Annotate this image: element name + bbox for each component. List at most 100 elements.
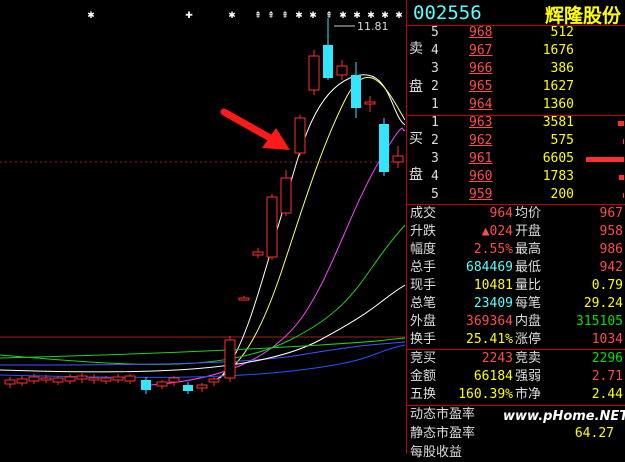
candle[interactable] (266, 194, 278, 260)
stat-label: 市净 (515, 387, 542, 402)
event-marker-icon[interactable]: ✚ (185, 11, 193, 21)
candle[interactable] (156, 380, 168, 389)
stat-value: 958 (599, 224, 623, 239)
ask-row-1[interactable]: 1 964 1360 (425, 97, 625, 115)
price[interactable]: 964 (469, 97, 492, 112)
candle-body (196, 384, 208, 389)
level: 3 (431, 61, 439, 76)
stat-label: 均价 (515, 206, 542, 221)
candle[interactable] (336, 60, 348, 80)
volume: 512 (550, 25, 574, 40)
stat-value: 2296 (591, 351, 623, 366)
price[interactable]: 968 (469, 25, 492, 40)
high-price-label: 11.81 (357, 20, 389, 33)
candle[interactable] (294, 115, 306, 156)
valuation-row: 静态市盈率 64.27 (407, 425, 625, 443)
ask-row-2[interactable]: 2 965 1627 (425, 79, 625, 97)
event-marker-icon[interactable]: ✱ (87, 11, 95, 21)
candle[interactable] (224, 336, 236, 382)
event-marker-icon[interactable]: ✱ (339, 11, 347, 21)
price[interactable]: 962 (469, 133, 492, 148)
stat-label: 开盘 (515, 224, 542, 239)
candle[interactable] (308, 50, 320, 95)
ask-row-5[interactable]: 5 968 512 (425, 25, 625, 43)
candle[interactable] (252, 248, 264, 258)
event-marker-icon[interactable]: ⇞ (325, 11, 333, 21)
ask-row-4[interactable]: 4 967 1676 (425, 43, 625, 61)
event-marker-icon[interactable]: ✱ (309, 11, 317, 21)
level: 4 (431, 43, 439, 58)
candle[interactable] (112, 374, 124, 383)
event-marker-icon[interactable]: ⇞ (254, 11, 262, 21)
stat-label: 五换 (410, 387, 437, 402)
stat-row: 升跌 ▲024 开盘 958 (407, 223, 625, 241)
stat-label: 总手 (410, 260, 437, 275)
candle-body (183, 385, 193, 391)
stat-label: 强弱 (515, 369, 542, 384)
candle[interactable] (196, 383, 208, 392)
candle[interactable] (4, 377, 16, 388)
stock-code: 002556 (413, 2, 482, 24)
price[interactable]: 960 (469, 169, 492, 184)
candle[interactable] (238, 296, 250, 301)
bid-row-5[interactable]: 5 959 200 (425, 187, 625, 205)
candle[interactable] (16, 376, 28, 386)
event-marker-icon[interactable]: ⇞ (267, 11, 275, 21)
candle-body (4, 379, 16, 385)
candle-body (364, 101, 376, 105)
bid-row-2[interactable]: 2 962 575 (425, 133, 625, 151)
price[interactable]: 966 (469, 61, 492, 76)
candle[interactable] (323, 18, 333, 80)
candle-body (16, 378, 28, 384)
event-marker-icon[interactable]: ✱ (395, 11, 403, 21)
stat-value: 160.39% (458, 387, 513, 402)
candle[interactable] (364, 96, 376, 112)
event-marker-icon[interactable]: ✱ (295, 11, 303, 21)
stat-row: 外盘 369364 内盘 315105 (407, 313, 625, 331)
price[interactable]: 965 (469, 79, 492, 94)
candle[interactable] (88, 374, 100, 384)
candle-body (52, 377, 64, 383)
ask-row-3[interactable]: 3 966 386 (425, 61, 625, 79)
bid-row-1[interactable]: 1 963 3581 (425, 115, 625, 133)
volume: 386 (550, 61, 574, 76)
stat-label: 换手 (410, 332, 437, 347)
stat-value: 2.44 (591, 387, 623, 402)
candle[interactable] (168, 376, 180, 386)
candle[interactable] (379, 118, 389, 176)
candle[interactable] (76, 373, 88, 383)
event-marker-icon[interactable]: ⇞ (281, 11, 289, 21)
candle-body (351, 75, 361, 108)
candle[interactable] (52, 376, 64, 385)
candle[interactable] (183, 382, 193, 394)
event-marker-icon[interactable]: ✱ (228, 11, 236, 21)
price[interactable]: 967 (469, 43, 492, 58)
stat-label: 幅度 (410, 242, 437, 257)
candle-body (392, 155, 404, 163)
red-arrow (220, 108, 290, 150)
stat-label: 每笔 (515, 296, 542, 311)
volume: 1783 (542, 169, 574, 184)
candle[interactable] (64, 374, 76, 384)
stat-value: 986 (599, 242, 623, 257)
candle[interactable] (124, 374, 136, 384)
candlestick-chart[interactable]: ✱ ✚ ✱ ⇞ ⇞ ⇞ ✱ ✱ ⇞ ✱ ✱ ✱ ✱ ✱ 11.81 (0, 0, 405, 454)
price[interactable]: 963 (469, 115, 492, 130)
level: 1 (431, 97, 439, 112)
candle-body (156, 381, 168, 387)
level: 2 (431, 133, 439, 148)
stat-label: 内盘 (515, 314, 542, 329)
stat-value: 2243 (481, 351, 513, 366)
bid-row-3[interactable]: 3 961 6605 (425, 151, 625, 169)
candle[interactable] (392, 146, 404, 168)
bid-row-4[interactable]: 4 960 1783 (425, 169, 625, 187)
price[interactable]: 959 (469, 187, 492, 202)
candle[interactable] (141, 377, 151, 394)
candle-body (100, 377, 112, 382)
buy-label-2: 盘 (409, 167, 423, 183)
candle[interactable] (280, 170, 292, 216)
price[interactable]: 961 (469, 151, 492, 166)
stat-value: ▲024 (481, 224, 513, 239)
candle[interactable] (351, 62, 361, 118)
stat-label: 成交 (410, 206, 437, 221)
